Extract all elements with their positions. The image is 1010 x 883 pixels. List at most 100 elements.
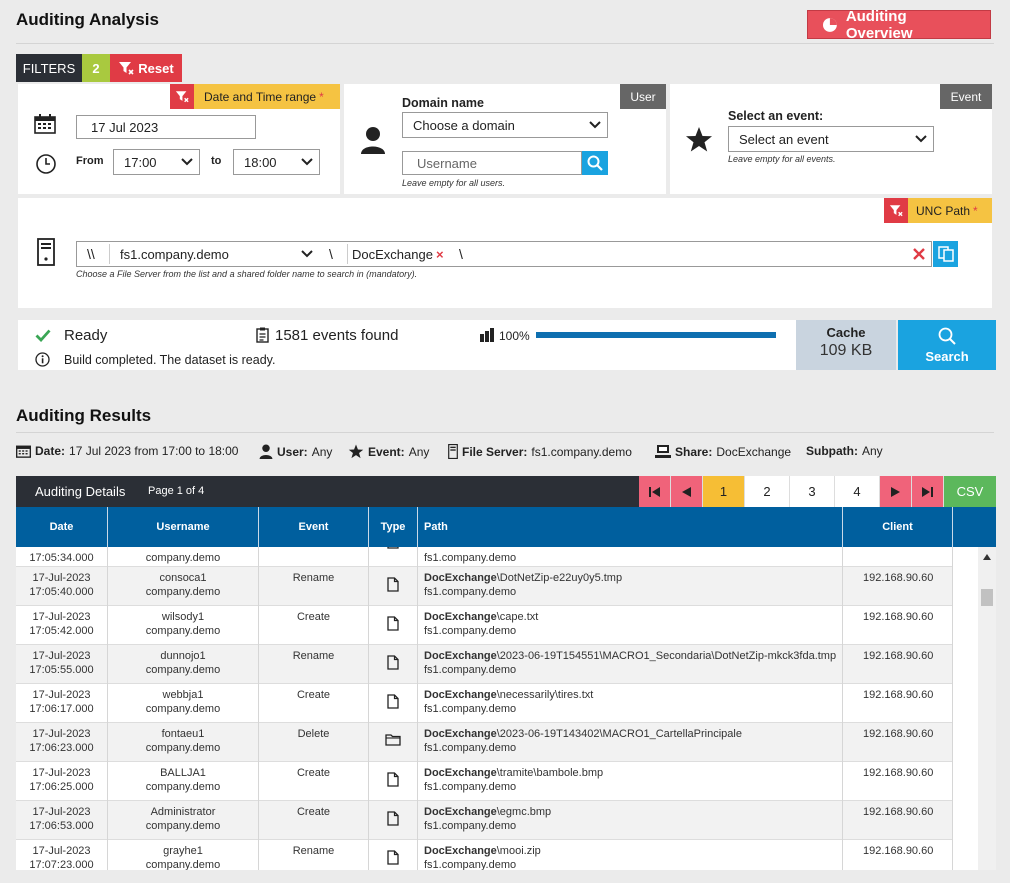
table-row[interactable]: 17-Jul-2023 17:05:42.000 wilsody1 company.d… xyxy=(16,606,953,645)
datetime-tag: Date and Time range * xyxy=(170,84,340,109)
cell-user-value: consoca1 xyxy=(159,572,207,584)
search-button[interactable]: Search xyxy=(898,320,996,370)
page-2-button[interactable]: 2 xyxy=(745,476,790,507)
cell-path-value: \egmc.bmp xyxy=(496,806,552,818)
cell-path: DocExchange\mooi.zip fs1.company.demo xyxy=(424,844,839,870)
scrollbar-thumb[interactable] xyxy=(981,589,993,606)
subpath-input[interactable] xyxy=(472,245,902,263)
required-marker: * xyxy=(973,203,978,218)
star-icon xyxy=(686,127,712,152)
clock-icon xyxy=(36,154,56,174)
file-icon xyxy=(387,772,399,787)
cell-domain-value: company.demo xyxy=(145,742,221,754)
table-row[interactable]: 17-Jul-2023 17:07:23.000 grayhe1 company.de… xyxy=(16,840,953,870)
scroll-up-icon[interactable] xyxy=(983,554,991,560)
folder-icon xyxy=(385,734,401,746)
table-scrollbar[interactable] xyxy=(978,547,996,870)
chevron-down-icon xyxy=(301,158,313,166)
last-page-button[interactable] xyxy=(912,476,944,507)
col-username[interactable]: Username xyxy=(108,507,259,547)
cell-path-value: \cape.txt xyxy=(496,611,539,623)
cell-share-value: DocExchange xyxy=(424,611,497,623)
table-row[interactable]: 17-Jul-2023 17:06:53.000 Administrator comp… xyxy=(16,801,953,840)
cell-date-value: 17-Jul-2023 xyxy=(32,806,91,818)
summary-subpath-label: Subpath: xyxy=(806,444,858,458)
cell-username: webbja1 company.demo xyxy=(108,688,258,716)
cell-time-value: 17:07:23.000 xyxy=(29,859,94,870)
username-input[interactable]: Username xyxy=(402,151,582,175)
cell-username: grayhe1 company.demo xyxy=(108,844,258,870)
to-time-select[interactable]: 18:00 xyxy=(233,149,320,175)
star-icon xyxy=(348,444,364,459)
table-row[interactable]: 17-Jul-2023 17:05:55.000 dunnojo1 company.d… xyxy=(16,645,953,684)
to-time-value: 18:00 xyxy=(244,154,277,170)
check-icon xyxy=(35,329,51,342)
cell-client: 192.168.90.60 xyxy=(863,611,934,623)
cell-user-value: Administrator xyxy=(150,806,216,818)
cell-path: DocExchange\cape.txt fs1.company.demo xyxy=(424,610,839,638)
date-input[interactable]: 17 Jul 2023 xyxy=(76,115,256,139)
prev-page-button[interactable] xyxy=(671,476,703,507)
domain-select[interactable]: Choose a domain xyxy=(402,112,608,138)
cell-path-value: \DotNetZip-e22uy0y5.tmp xyxy=(496,572,623,584)
cell-client: 192.168.90.60 xyxy=(863,650,934,662)
clear-path-icon[interactable] xyxy=(913,248,925,260)
cell-path: DocExchange\tramite\bambole.bmp fs1.compa… xyxy=(424,766,839,794)
first-page-button[interactable] xyxy=(639,476,671,507)
clear-datetime-button[interactable] xyxy=(170,84,194,109)
reset-filters-button[interactable]: Reset xyxy=(110,54,182,82)
cell-domain-value: company.demo xyxy=(145,703,221,715)
file-icon xyxy=(387,547,399,549)
col-date[interactable]: Date xyxy=(16,507,108,547)
cell-type xyxy=(369,850,417,869)
search-icon xyxy=(587,155,603,171)
clear-unc-button[interactable] xyxy=(884,198,908,223)
unc-tag: UNC Path * xyxy=(884,198,992,223)
summary-user: User: Any xyxy=(259,444,332,459)
event-select[interactable]: Select an event xyxy=(728,126,934,152)
required-marker: * xyxy=(319,89,324,104)
table-row-partial[interactable]: 17:05:34.000 company.demo fs1.company.demo xyxy=(16,547,953,567)
auditing-overview-button[interactable]: Auditing Overview xyxy=(807,8,991,42)
table-row[interactable]: 17-Jul-2023 17:06:23.000 fontaeu1 company.d… xyxy=(16,723,953,762)
cell-event: Rename xyxy=(292,650,335,662)
table-body: 17:05:34.000 company.demo fs1.company.demo… xyxy=(16,547,978,870)
username-search-button[interactable] xyxy=(582,151,608,175)
cell-time-value: 17:06:25.000 xyxy=(29,781,94,793)
from-time-value: 17:00 xyxy=(124,154,157,170)
cell-event: Rename xyxy=(292,572,335,584)
user-panel: User Domain name Choose a domain Usernam… xyxy=(344,84,666,194)
page-1-button[interactable]: 1 xyxy=(703,476,745,507)
col-event[interactable]: Event xyxy=(259,507,369,547)
cell-server-value: fs1.company.demo xyxy=(424,703,517,715)
col-type[interactable]: Type xyxy=(369,507,418,547)
cell-event: Rename xyxy=(292,845,335,857)
server-icon xyxy=(448,444,458,459)
table-row[interactable]: 17-Jul-2023 17:05:40.000 consoca1 company.d… xyxy=(16,567,953,606)
clipboard-icon xyxy=(256,327,269,343)
cell-path: DocExchange\egmc.bmp fs1.company.demo xyxy=(424,805,839,833)
page-3-button[interactable]: 3 xyxy=(790,476,835,507)
cell-type xyxy=(369,811,417,830)
remove-share-button[interactable]: × xyxy=(436,247,444,262)
event-tag: Event xyxy=(940,84,992,109)
cell-share-value: DocExchange xyxy=(424,650,497,662)
filter-clear-icon xyxy=(175,91,189,103)
event-select-value: Select an event xyxy=(739,131,829,147)
from-time-select[interactable]: 17:00 xyxy=(113,149,200,175)
cell-username: consoca1 company.demo xyxy=(108,571,258,599)
cell-date-value: 17-Jul-2023 xyxy=(32,767,91,779)
col-client[interactable]: Client xyxy=(843,507,953,547)
csv-export-button[interactable]: CSV xyxy=(944,476,996,507)
table-row[interactable]: 17-Jul-2023 17:06:17.000 webbja1 company.de… xyxy=(16,684,953,723)
table-row[interactable]: 17-Jul-2023 17:06:25.000 BALLJA1 company.de… xyxy=(16,762,953,801)
bar-chart-icon xyxy=(480,328,494,342)
file-server-select[interactable]: fs1.company.demo xyxy=(109,244,319,264)
cell-share-value: DocExchange xyxy=(424,806,497,818)
col-path[interactable]: Path xyxy=(418,507,843,547)
next-page-button[interactable] xyxy=(880,476,912,507)
page-4-button[interactable]: 4 xyxy=(835,476,880,507)
summary-user-value: Any xyxy=(311,444,333,459)
cell-server-value: fs1.company.demo xyxy=(424,781,517,793)
copy-path-button[interactable] xyxy=(933,241,958,267)
